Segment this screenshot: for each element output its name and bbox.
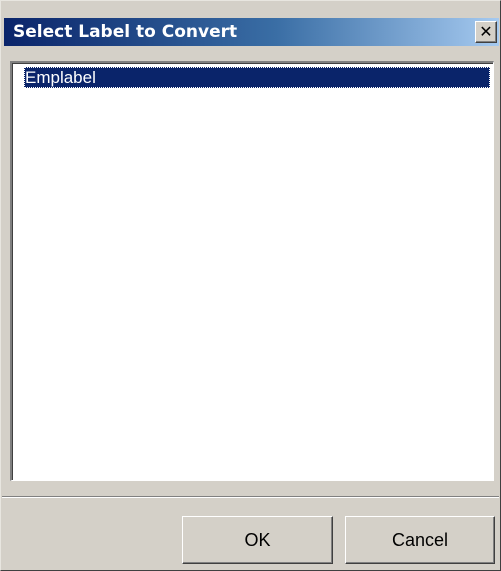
title-bar[interactable]: Select Label to Convert ✕	[4, 18, 499, 46]
list-item-emplabel[interactable]: Emplabel	[24, 67, 490, 88]
close-button[interactable]: ✕	[475, 21, 497, 43]
dialog-title: Select Label to Convert	[13, 22, 238, 42]
label-listbox[interactable]: Emplabel	[10, 61, 494, 481]
ok-button[interactable]: OK	[182, 516, 333, 564]
footer-separator	[2, 496, 499, 498]
close-icon: ✕	[479, 22, 493, 41]
dialog-window: Select Label to Convert ✕ Emplabel OK Ca…	[0, 0, 501, 571]
cancel-button[interactable]: Cancel	[345, 516, 495, 564]
